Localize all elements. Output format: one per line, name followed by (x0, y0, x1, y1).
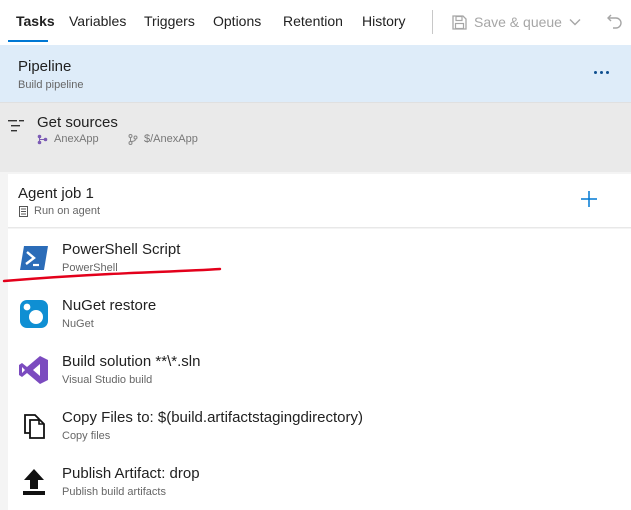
task-subtitle: Copy files (62, 430, 111, 442)
pipeline-subtitle: Build pipeline (18, 79, 84, 91)
task-subtitle: Publish build artifacts (62, 486, 166, 498)
pipeline-header[interactable]: Pipeline Build pipeline (0, 45, 631, 102)
toolbar-divider (432, 10, 433, 34)
repository: AnexApp (37, 133, 99, 145)
tab-options[interactable]: Options (213, 13, 261, 29)
get-sources-row[interactable]: Get sources AnexApp $/AnexApp (0, 102, 631, 172)
save-and-queue-label: Save & queue (474, 14, 562, 30)
task-subtitle: NuGet (62, 318, 94, 330)
agent-job-title: Agent job 1 (18, 185, 94, 202)
tab-retention[interactable]: Retention (283, 13, 343, 29)
pipeline-title: Pipeline (18, 58, 72, 75)
publish-artifact-icon (23, 469, 45, 495)
branch: $/AnexApp (128, 133, 198, 145)
task-copy-files[interactable]: Copy Files to: $(build.artifactstagingdi… (8, 397, 631, 453)
tab-history[interactable]: History (362, 13, 406, 29)
task-publish-artifact[interactable]: Publish Artifact: drop Publish build art… (8, 453, 631, 509)
undo-icon[interactable] (606, 11, 624, 31)
top-tab-bar: Tasks Variables Triggers Options Retenti… (0, 0, 631, 45)
repo-icon (37, 134, 48, 144)
active-tab-indicator (8, 40, 48, 42)
visual-studio-icon (19, 356, 48, 384)
agent-job-subtitle-text: Run on agent (34, 205, 101, 217)
task-title: PowerShell Script (62, 241, 181, 258)
save-and-queue-button[interactable]: Save & queue (452, 11, 581, 33)
list-icon (8, 120, 24, 132)
repository-name: AnexApp (54, 133, 99, 145)
chevron-down-icon (569, 19, 581, 26)
task-powershell-script[interactable]: PowerShell Script PowerShell (8, 229, 631, 285)
branch-icon (128, 133, 138, 145)
task-nuget-restore[interactable]: NuGet restore NuGet (8, 285, 631, 341)
agent-job-row[interactable]: Agent job 1 Run on agent (8, 174, 631, 228)
task-subtitle: PowerShell (62, 262, 118, 274)
server-icon (19, 205, 28, 217)
task-title: Copy Files to: $(build.artifactstagingdi… (62, 409, 363, 426)
task-title: NuGet restore (62, 297, 157, 314)
branch-path: $/AnexApp (144, 133, 198, 145)
tab-triggers[interactable]: Triggers (144, 13, 195, 29)
agent-job-subtitle: Run on agent (18, 205, 100, 217)
task-title: Build solution **\*.sln (62, 353, 201, 370)
more-options-icon[interactable] (589, 65, 613, 79)
copy-files-icon (24, 414, 45, 439)
nuget-icon (20, 300, 48, 328)
tab-variables[interactable]: Variables (69, 13, 126, 29)
task-subtitle: Visual Studio build (62, 374, 153, 386)
get-sources-title: Get sources (37, 114, 118, 131)
add-task-icon[interactable] (579, 189, 599, 209)
task-list: PowerShell Script PowerShell NuGet resto… (8, 229, 631, 510)
tab-tasks[interactable]: Tasks (16, 13, 55, 29)
save-icon (452, 14, 467, 30)
powershell-icon (20, 246, 48, 270)
task-title: Publish Artifact: drop (62, 465, 200, 482)
task-build-solution[interactable]: Build solution **\*.sln Visual Studio bu… (8, 341, 631, 397)
